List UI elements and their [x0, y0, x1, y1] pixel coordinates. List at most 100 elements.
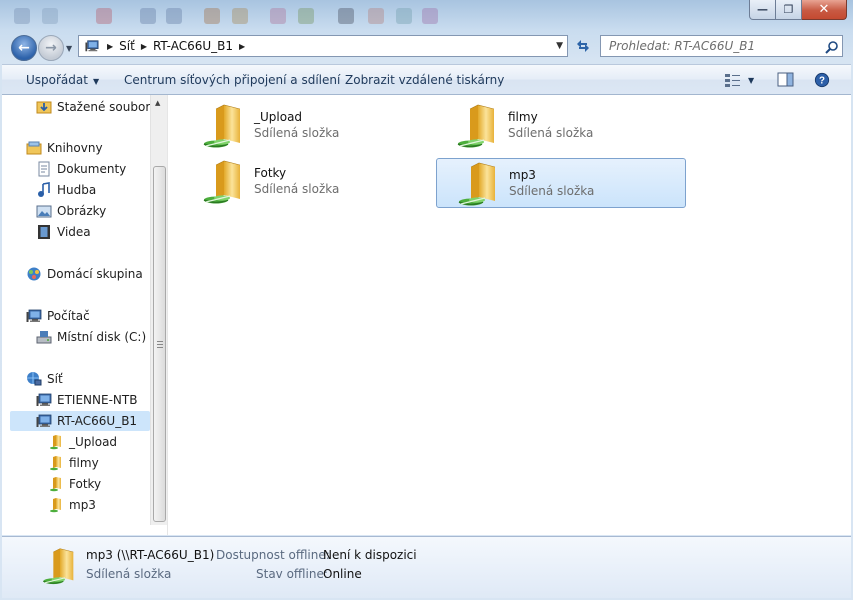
- shared-folder-icon: [48, 434, 64, 450]
- nav-item-filmy[interactable]: filmy: [48, 453, 99, 473]
- forward-button[interactable]: →: [38, 35, 64, 61]
- window-controls: — ❐ ✕: [749, 0, 847, 20]
- blurred-app-icon: [96, 8, 112, 24]
- pictures-icon: [36, 205, 52, 218]
- details-item-name: mp3 (\\RT-AC66U_B1): [86, 548, 215, 562]
- nav-item-network[interactable]: Síť: [26, 369, 63, 389]
- nav-scrollbar[interactable]: ▲: [150, 95, 167, 525]
- scrollbar-thumb[interactable]: [153, 166, 166, 522]
- shared-folder-icon: [200, 159, 248, 207]
- close-button[interactable]: ✕: [802, 0, 847, 20]
- computer-icon: [26, 308, 42, 324]
- folder-name: mp3: [509, 168, 536, 182]
- shared-folder-icon: [454, 103, 502, 151]
- nav-item-libraries[interactable]: Knihovny: [26, 138, 103, 158]
- shared-folder-icon: [200, 103, 248, 151]
- view-options-icon[interactable]: [724, 72, 742, 88]
- nav-label: Knihovny: [47, 141, 103, 155]
- details-item-type: Sdílená složka: [86, 567, 172, 581]
- view-options-dropdown-icon[interactable]: ▼: [748, 76, 754, 85]
- nav-item-mp3[interactable]: mp3: [48, 495, 96, 515]
- chevron-right-icon[interactable]: ▶: [239, 42, 245, 51]
- folder-tile-selected[interactable]: mp3 Sdílená složka: [436, 158, 686, 208]
- nav-item-pictures[interactable]: Obrázky: [36, 201, 106, 221]
- nav-label: Počítač: [47, 309, 90, 323]
- blurred-app-icon: [298, 8, 314, 24]
- nav-item-downloads[interactable]: Stažené soubory: [36, 97, 150, 117]
- nav-label: Hudba: [57, 183, 97, 197]
- nav-item-music[interactable]: Hudba: [36, 180, 96, 200]
- nav-item-fotky[interactable]: Fotky: [48, 474, 101, 494]
- organize-label: Uspořádat: [26, 73, 88, 87]
- shared-folder-icon: [48, 455, 64, 471]
- computer-icon: [36, 413, 52, 429]
- recent-pages-dropdown[interactable]: ▼: [66, 44, 76, 54]
- nav-item-videos[interactable]: Videa: [36, 222, 91, 242]
- blurred-app-icon: [422, 8, 438, 24]
- blurred-app-icon: [14, 8, 30, 24]
- refresh-button[interactable]: [571, 35, 595, 57]
- nav-item-documents[interactable]: Dokumenty: [36, 159, 126, 179]
- chevron-down-icon: ▼: [92, 77, 100, 86]
- nav-item-homegroup[interactable]: Domácí skupina: [26, 264, 143, 284]
- address-bar[interactable]: ▶ Síť ▶ RT-AC66U_B1 ▶ ▼: [78, 35, 568, 57]
- blurred-app-icon: [396, 8, 412, 24]
- address-dropdown-icon[interactable]: ▼: [556, 41, 563, 51]
- nav-item-upload[interactable]: _Upload: [48, 432, 117, 452]
- maximize-button[interactable]: ❐: [776, 0, 802, 20]
- view-printers-button[interactable]: Zobrazit vzdálené tiskárny: [345, 73, 504, 87]
- refresh-icon: [577, 40, 589, 52]
- grip-icon: [157, 341, 163, 348]
- blurred-app-icon: [140, 8, 156, 24]
- folder-type: Sdílená složka: [508, 126, 594, 140]
- nav-label: Síť: [47, 372, 63, 386]
- chevron-right-icon[interactable]: ▶: [141, 42, 147, 51]
- preview-pane-icon[interactable]: [777, 72, 795, 88]
- nav-item-computer[interactable]: Počítač: [26, 306, 90, 326]
- blurred-app-icon: [368, 8, 384, 24]
- network-center-button[interactable]: Centrum síťových připojení a sdílení: [124, 73, 340, 87]
- nav-label: filmy: [69, 456, 99, 470]
- nav-item-local-disk[interactable]: Místní disk (C:): [36, 327, 146, 347]
- computer-icon: [36, 392, 52, 408]
- blurred-app-icon: [338, 8, 354, 24]
- network-computer-icon: [83, 39, 101, 53]
- explorer-window: — ❐ ✕ ← → ▼ ▶ Síť ▶ RT-AC66U_B1 ▶ ▼ Proh…: [0, 0, 853, 600]
- breadcrumb-router[interactable]: RT-AC66U_B1: [153, 39, 233, 53]
- blurred-app-icon: [232, 8, 248, 24]
- minimize-button[interactable]: —: [749, 0, 776, 20]
- documents-icon: [38, 161, 50, 177]
- chevron-right-icon[interactable]: ▶: [107, 42, 113, 51]
- organize-menu[interactable]: Uspořádat ▼: [26, 73, 99, 87]
- folder-name: filmy: [508, 110, 538, 124]
- navigation-pane: Stažené soubory Knihovny Dokumenty Hudba…: [2, 95, 150, 525]
- music-note-icon: [38, 182, 50, 197]
- nav-label: Dokumenty: [57, 162, 127, 176]
- folder-type: Sdílená složka: [254, 182, 340, 196]
- nav-label: Fotky: [69, 477, 102, 491]
- nav-label: Videa: [57, 225, 91, 239]
- folder-tile[interactable]: filmy Sdílená složka: [436, 101, 686, 151]
- nav-item-pc-etienne[interactable]: ETIENNE-NTB: [36, 390, 137, 410]
- network-globe-icon: [27, 372, 42, 386]
- blurred-app-icon: [270, 8, 286, 24]
- nav-item-router[interactable]: RT-AC66U_B1: [10, 411, 150, 431]
- downloads-folder-icon: [36, 101, 52, 114]
- nav-label: ETIENNE-NTB: [57, 393, 138, 407]
- offline-status-label: Stav offline:: [256, 567, 328, 581]
- scroll-up-icon[interactable]: ▲: [155, 99, 160, 107]
- film-icon: [38, 225, 50, 239]
- nav-label: Domácí skupina: [47, 267, 143, 281]
- shared-folder-icon: [455, 161, 503, 209]
- folder-tile[interactable]: _Upload Sdílená složka: [182, 101, 432, 151]
- search-input[interactable]: Prohledat: RT-AC66U_B1: [600, 35, 843, 57]
- nav-label: Obrázky: [57, 204, 107, 218]
- content-pane: _Upload Sdílená složka filmy Sdílená slo…: [168, 95, 851, 535]
- libraries-icon: [26, 141, 42, 155]
- folder-tile[interactable]: Fotky Sdílená složka: [182, 157, 432, 207]
- breadcrumb-network[interactable]: Síť: [119, 39, 135, 53]
- search-icon[interactable]: [825, 40, 839, 54]
- title-bar: — ❐ ✕: [0, 0, 853, 32]
- help-icon[interactable]: ?: [813, 72, 831, 88]
- back-button[interactable]: ←: [11, 35, 37, 61]
